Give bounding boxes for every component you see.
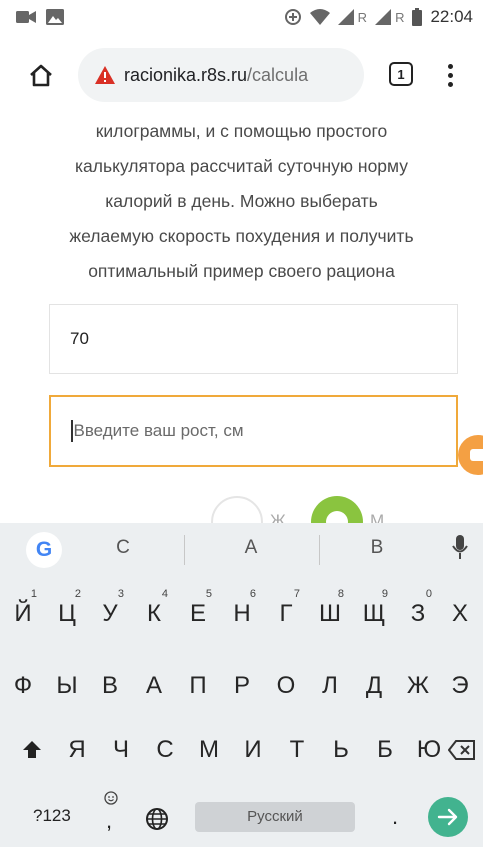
wifi-icon (309, 9, 330, 25)
chat-widget-button[interactable] (458, 435, 483, 475)
key[interactable]: Л (308, 655, 352, 717)
globe-icon[interactable] (145, 807, 169, 831)
key[interactable]: Д (352, 655, 396, 717)
intro-line: калорий в день. Можно выберать (105, 191, 378, 211)
key[interactable]: Ф (1, 655, 45, 717)
roaming-indicator-1: R (357, 9, 368, 25)
key-row-1: Й1 Ц2 У3 К4 Е5 Н6 Г7 Ш8 Щ9 З0 Х (0, 583, 483, 645)
key[interactable]: С (143, 719, 187, 781)
shift-icon (23, 741, 41, 758)
key-row-4: ?123 , Русский . (0, 779, 483, 841)
intro-line: калькулятора рассчитай суточную норму (74, 156, 409, 176)
url-path: /calcula (247, 64, 309, 85)
weight-input[interactable]: 70 (49, 304, 458, 374)
key[interactable]: Ч (99, 719, 143, 781)
weight-value: 70 (70, 329, 89, 348)
key[interactable]: Г7 (264, 583, 308, 645)
backspace-key[interactable] (440, 719, 483, 781)
suggestion-2[interactable]: А (231, 537, 271, 559)
status-time: 22:04 (430, 7, 473, 26)
battery-icon (412, 8, 423, 26)
key-row-3: Я Ч С М И Т Ь Б Ю (0, 719, 483, 781)
key[interactable]: Х (438, 583, 482, 645)
key[interactable]: Э (438, 655, 482, 717)
signal-icon-2 (375, 9, 392, 25)
key[interactable]: Ж (396, 655, 440, 717)
key[interactable]: П (176, 655, 220, 717)
suggestion-strip: G С А В (0, 523, 483, 577)
key[interactable]: Й1 (1, 583, 45, 645)
intro-text: килограммы, и с помощью простого калькул… (20, 114, 463, 289)
browser-toolbar: racionika.r8s.ru/calcula 1 (0, 34, 483, 114)
home-icon (30, 64, 52, 87)
key[interactable]: Ь (319, 719, 363, 781)
key[interactable]: Я (55, 719, 99, 781)
key[interactable]: Р (220, 655, 264, 717)
comma-key[interactable]: , (106, 808, 112, 834)
page-content: килограммы, и с помощью простого калькул… (0, 114, 483, 534)
url-bar[interactable]: racionika.r8s.ru/calcula (78, 48, 364, 102)
intro-line: оптимальный пример своего рациона (88, 261, 395, 281)
suggestion-3[interactable]: В (357, 537, 397, 559)
height-placeholder: Введите ваш рост, см (73, 421, 244, 440)
status-bar: R R 22:04 (0, 0, 483, 34)
key[interactable]: Ц2 (45, 583, 89, 645)
key[interactable]: Н6 (220, 583, 264, 645)
key[interactable]: Щ9 (352, 583, 396, 645)
key[interactable]: К4 (132, 583, 176, 645)
key[interactable]: Т (275, 719, 319, 781)
backspace-icon (447, 740, 475, 760)
key[interactable]: У3 (88, 583, 132, 645)
image-icon (46, 9, 64, 25)
roaming-indicator-2: R (395, 9, 405, 25)
key[interactable]: Ш8 (308, 583, 352, 645)
period-key[interactable]: . (392, 804, 398, 830)
key[interactable]: О (264, 655, 308, 717)
arrow-right-icon (437, 808, 458, 826)
google-icon[interactable]: G (26, 532, 62, 568)
key-row-2: Ф Ы В А П Р О Л Д Ж Э (0, 655, 483, 717)
symbols-key[interactable]: ?123 (33, 806, 71, 826)
overflow-menu-button[interactable] (440, 58, 460, 92)
suggestion-1[interactable]: С (103, 537, 143, 559)
key[interactable]: Б (363, 719, 407, 781)
key[interactable]: М (187, 719, 231, 781)
key[interactable]: З0 (396, 583, 440, 645)
emoji-icon (104, 791, 118, 805)
intro-line: килограммы, и с помощью простого (95, 121, 388, 141)
home-button[interactable] (24, 58, 58, 92)
soft-keyboard: G С А В Й1 Ц2 У3 К4 Е5 Н6 Г7 Ш8 Щ9 З0 Х … (0, 523, 483, 847)
key[interactable]: Ы (45, 655, 89, 717)
warning-icon (95, 66, 115, 84)
microphone-icon[interactable] (452, 535, 468, 561)
tab-switcher-button[interactable]: 1 (389, 62, 413, 86)
key[interactable]: А (132, 655, 176, 717)
chat-icon (470, 449, 483, 461)
shift-key[interactable] (10, 719, 54, 781)
url-host: racionika.r8s.ru (124, 64, 248, 85)
key[interactable]: Е5 (176, 583, 220, 645)
space-key[interactable]: Русский (195, 802, 355, 832)
key[interactable]: И (231, 719, 275, 781)
height-input[interactable]: Введите ваш рост, см (49, 395, 458, 467)
enter-key[interactable] (428, 797, 468, 837)
data-saver-icon (284, 9, 301, 25)
intro-line: желаемую скорость похудения и получить (69, 226, 414, 246)
key[interactable]: В (88, 655, 132, 717)
signal-icon (337, 9, 354, 25)
text-caret (71, 420, 73, 442)
video-camera-icon (16, 11, 36, 23)
